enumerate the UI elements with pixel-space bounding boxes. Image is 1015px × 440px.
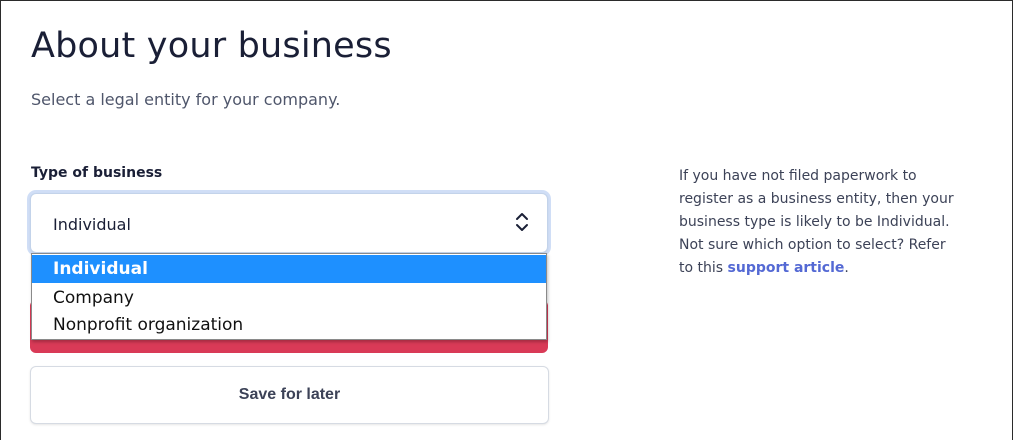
support-article-link[interactable]: support article <box>728 260 845 276</box>
help-text-line: register as a business entity, then your <box>679 191 954 207</box>
help-text-suffix: . <box>844 260 849 276</box>
help-text-line: Not sure which option to select? Refer <box>679 237 946 253</box>
business-type-select[interactable]: Individual <box>30 193 548 253</box>
business-type-dropdown-list[interactable]: Individual Company Nonprofit organizatio… <box>31 253 547 340</box>
page-subtitle: Select a legal entity for your company. <box>31 90 341 109</box>
business-type-selected-value: Individual <box>53 215 131 234</box>
option-company[interactable]: Company <box>32 284 546 312</box>
help-text-line: business type is likely to be Individual… <box>679 214 950 230</box>
help-text-prefix: to this <box>679 260 728 276</box>
option-nonprofit-organization[interactable]: Nonprofit organization <box>32 311 546 339</box>
up-down-chevron-icon <box>516 213 528 231</box>
page-title: About your business <box>31 26 392 66</box>
save-for-later-button[interactable]: Save for later <box>30 366 549 424</box>
help-text: If you have not filed paperwork to regis… <box>679 165 994 280</box>
business-type-label: Type of business <box>31 165 163 181</box>
option-individual[interactable]: Individual <box>32 255 546 283</box>
help-text-line: If you have not filed paperwork to <box>679 168 917 184</box>
